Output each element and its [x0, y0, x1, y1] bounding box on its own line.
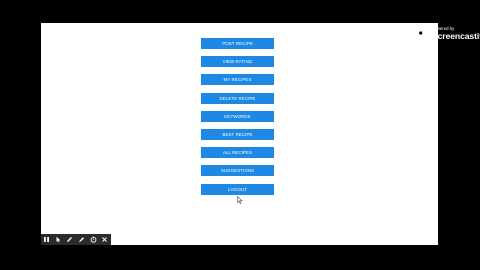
close-icon[interactable] — [99, 234, 111, 245]
main-menu: POST RECIPE VIEW RATING MY RECIPES DELET… — [201, 38, 274, 202]
screencastify-logo-icon — [416, 29, 429, 37]
screen-recording-frame: POST RECIPE VIEW RATING MY RECIPES DELET… — [0, 0, 480, 270]
drawing-toolbar — [41, 234, 111, 245]
all-recipes-button[interactable]: ALL RECIPES — [201, 147, 274, 159]
logout-button[interactable]: LOGOUT — [201, 183, 274, 195]
screencastify-watermark: powered by Screencastify — [414, 24, 480, 44]
best-recipe-button[interactable]: BEST RECIPE — [201, 128, 274, 140]
mouse-cursor-icon — [237, 196, 243, 204]
suggestions-button[interactable]: SUGGESTIONS — [201, 165, 274, 177]
post-recipe-button[interactable]: POST RECIPE — [201, 38, 274, 49]
pen-icon[interactable] — [64, 234, 76, 245]
watermark-brand: Screencastify — [432, 31, 480, 41]
delete-recipe-button[interactable]: DELETE RECIPE — [201, 92, 274, 104]
my-recipes-button[interactable]: MY RECIPES — [201, 74, 274, 86]
cursor-icon[interactable] — [53, 234, 65, 245]
view-rating-button[interactable]: VIEW RATING — [201, 56, 274, 68]
keywords-button[interactable]: KEYWORDS — [201, 110, 274, 122]
recipe-app-page: POST RECIPE VIEW RATING MY RECIPES DELET… — [41, 23, 438, 245]
pause-icon[interactable] — [41, 234, 53, 245]
timer-icon[interactable] — [87, 234, 99, 245]
highlighter-icon[interactable] — [76, 234, 88, 245]
